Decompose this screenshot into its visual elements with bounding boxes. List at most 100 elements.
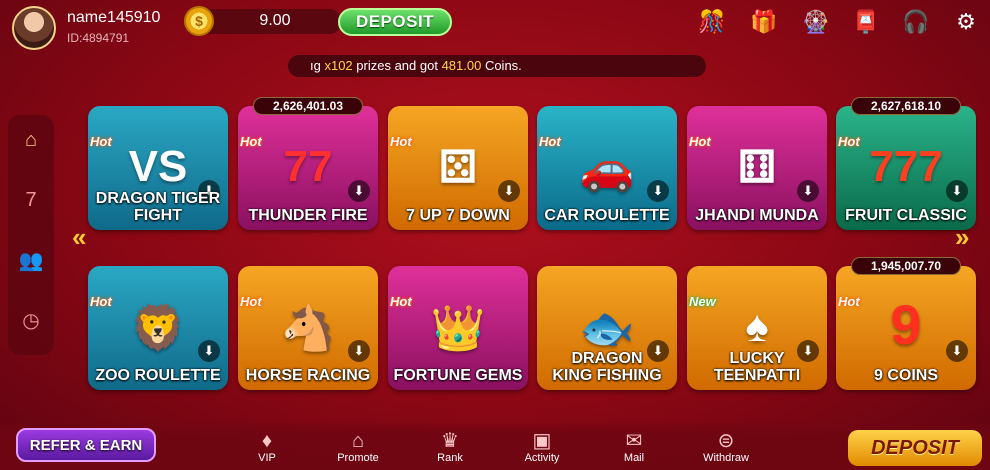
win-marquee: ıg x102 prizes and got 481.00 Coins.	[288, 55, 706, 77]
lucky-wheel-icon[interactable]: 🎡	[798, 4, 834, 40]
game-tile-fortune-gems[interactable]: 👑 Hot FORTUNE GEMS	[388, 266, 528, 390]
new-badge: New	[689, 294, 716, 309]
hot-badge: Hot	[838, 134, 860, 149]
download-icon[interactable]: ⬇	[946, 180, 968, 202]
nav-label: Mail	[623, 452, 645, 464]
promote-icon: ⌂	[351, 430, 365, 452]
mail-icon: ✉	[625, 430, 643, 452]
game-tile-fruit-classic[interactable]: 777 Hot ⬇ FRUIT CLASSIC	[836, 106, 976, 230]
game-tile-car-roulette[interactable]: 🚗 Hot ⬇ CAR ROULETTE	[537, 106, 677, 230]
game-name: THUNDER FIRE	[248, 207, 368, 224]
slots-777-icon[interactable]: 7	[16, 185, 46, 215]
nav-rank[interactable]: ♛ Rank	[420, 430, 480, 464]
game-tile-zoo-roulette[interactable]: 🦁 Hot ⬇ ZOO ROULETTE	[88, 266, 228, 390]
deposit-bottom-button[interactable]: DEPOSIT	[848, 430, 982, 466]
mailbox-reward-icon[interactable]: 📮	[848, 4, 884, 40]
nav-withdraw[interactable]: ⊜ Withdraw	[696, 430, 756, 464]
username: name145910	[67, 9, 161, 26]
hot-badge: Hot	[390, 134, 412, 149]
gift-box-icon[interactable]: 🎁	[746, 4, 782, 40]
hot-badge: Hot	[689, 134, 711, 149]
game-art: 🐟	[579, 304, 635, 353]
game-art: 🦁	[130, 304, 186, 353]
customer-service-icon[interactable]: 🎧	[898, 4, 934, 40]
nav-label: Activity	[524, 452, 560, 464]
game-art: 🚗	[579, 144, 635, 193]
avatar[interactable]	[12, 6, 56, 50]
game-tile-jhandi-munda[interactable]: ⚅ Hot ⬇ JHANDI MUNDA	[687, 106, 827, 230]
game-name: HORSE RACING	[245, 367, 371, 384]
nav-vip[interactable]: ♦ VIP	[237, 430, 297, 464]
marquee-prefix: ıg	[310, 58, 325, 73]
category-sidebar: ⌂ 7 👥 ◷	[8, 115, 54, 355]
download-icon[interactable]: ⬇	[797, 180, 819, 202]
download-icon[interactable]: ⬇	[348, 180, 370, 202]
game-tile-7-up-7-down[interactable]: ⚄ Hot ⬇ 7 UP 7 DOWN	[388, 106, 528, 230]
activity-gift-icon: ▣	[532, 430, 552, 452]
hot-badge: Hot	[390, 294, 412, 309]
marquee-multiplier: x102	[324, 58, 353, 73]
jackpot-counter: 2,626,401.03	[253, 97, 363, 115]
game-art: 777	[869, 142, 943, 191]
withdraw-icon: ⊜	[717, 430, 735, 452]
refer-earn-button[interactable]: REFER & EARN	[16, 428, 156, 462]
game-art: ⚅	[737, 143, 777, 192]
marquee-suffix: Coins.	[481, 58, 522, 73]
game-name: DRAGON KING FISHING	[552, 350, 662, 384]
game-name: CAR ROULETTE	[544, 207, 670, 224]
hot-badge: Hot	[90, 294, 112, 309]
nav-label: VIP	[258, 452, 276, 464]
jackpot-counter: 1,945,007.70	[851, 257, 961, 275]
download-icon[interactable]: ⬇	[348, 340, 370, 362]
game-name: JHANDI MUNDA	[695, 207, 819, 224]
game-tile-thunder-fire[interactable]: 77 Hot ⬇ THUNDER FIRE	[238, 106, 378, 230]
game-art: ♠	[745, 302, 769, 351]
game-tile-dragon-tiger-fight[interactable]: VS Hot ⬇ DRAGON TIGER FIGHT	[88, 106, 228, 230]
hot-badge: Hot	[240, 294, 262, 309]
trophy-icon: ♛	[441, 430, 459, 452]
game-name: FRUIT CLASSIC	[845, 207, 967, 224]
game-art: 🐴	[280, 304, 336, 353]
game-art: 9	[890, 293, 922, 356]
game-name: LUCKY TEENPATTI	[713, 350, 801, 384]
home-icon[interactable]: ⌂	[16, 125, 46, 155]
nav-activity[interactable]: ▣ Activity	[512, 430, 572, 464]
marquee-middle: prizes and got	[352, 58, 442, 73]
game-art: VS	[128, 142, 188, 191]
game-tile-9-coins[interactable]: 9 Hot ⬇ 9 COINS	[836, 266, 976, 390]
nav-label: Withdraw	[703, 452, 749, 464]
deposit-button[interactable]: DEPOSIT	[338, 8, 452, 36]
game-art: 77	[283, 142, 333, 191]
download-icon[interactable]: ⬇	[498, 180, 520, 202]
game-name: FORTUNE GEMS	[393, 367, 523, 384]
hot-badge: Hot	[90, 134, 112, 149]
firecracker-gift-icon[interactable]: 🎊	[694, 4, 730, 40]
marquee-amount: 481.00	[441, 58, 482, 73]
gear-icon[interactable]: ⚙	[948, 4, 984, 40]
jackpot-counter: 2,627,618.10	[851, 97, 961, 115]
game-name: ZOO ROULETTE	[95, 367, 221, 384]
nav-mail[interactable]: ✉ Mail	[604, 430, 664, 464]
game-tile-horse-racing[interactable]: 🐴 Hot ⬇ HORSE RACING	[238, 266, 378, 390]
hot-badge: Hot	[240, 134, 262, 149]
hot-badge: Hot	[838, 294, 860, 309]
game-tile-dragon-king-fishing[interactable]: 🐟 ⬇ DRAGON KING FISHING	[537, 266, 677, 390]
download-icon[interactable]: ⬇	[198, 340, 220, 362]
game-art: 👑	[430, 304, 486, 353]
game-name: 9 COINS	[873, 367, 938, 384]
game-tile-lucky-teenpatti[interactable]: ♠ New ⬇ LUCKY TEENPATTI	[687, 266, 827, 390]
game-art: ⚄	[438, 143, 478, 192]
balance-value: 9.00	[259, 12, 291, 29]
coin-icon: $	[184, 6, 214, 36]
game-name: DRAGON TIGER FIGHT	[95, 190, 221, 224]
history-clock-icon[interactable]: ◷	[16, 305, 46, 335]
nav-promote[interactable]: ⌂ Promote	[328, 430, 388, 464]
multiplayer-icon[interactable]: 👥	[16, 245, 46, 275]
download-icon[interactable]: ⬇	[946, 340, 968, 362]
download-icon[interactable]: ⬇	[647, 180, 669, 202]
hot-badge: Hot	[539, 134, 561, 149]
vip-diamond-icon: ♦	[261, 430, 273, 452]
scroll-left-icon[interactable]: «	[72, 222, 86, 253]
nav-label: Rank	[437, 452, 463, 464]
game-name: 7 UP 7 DOWN	[406, 207, 510, 224]
